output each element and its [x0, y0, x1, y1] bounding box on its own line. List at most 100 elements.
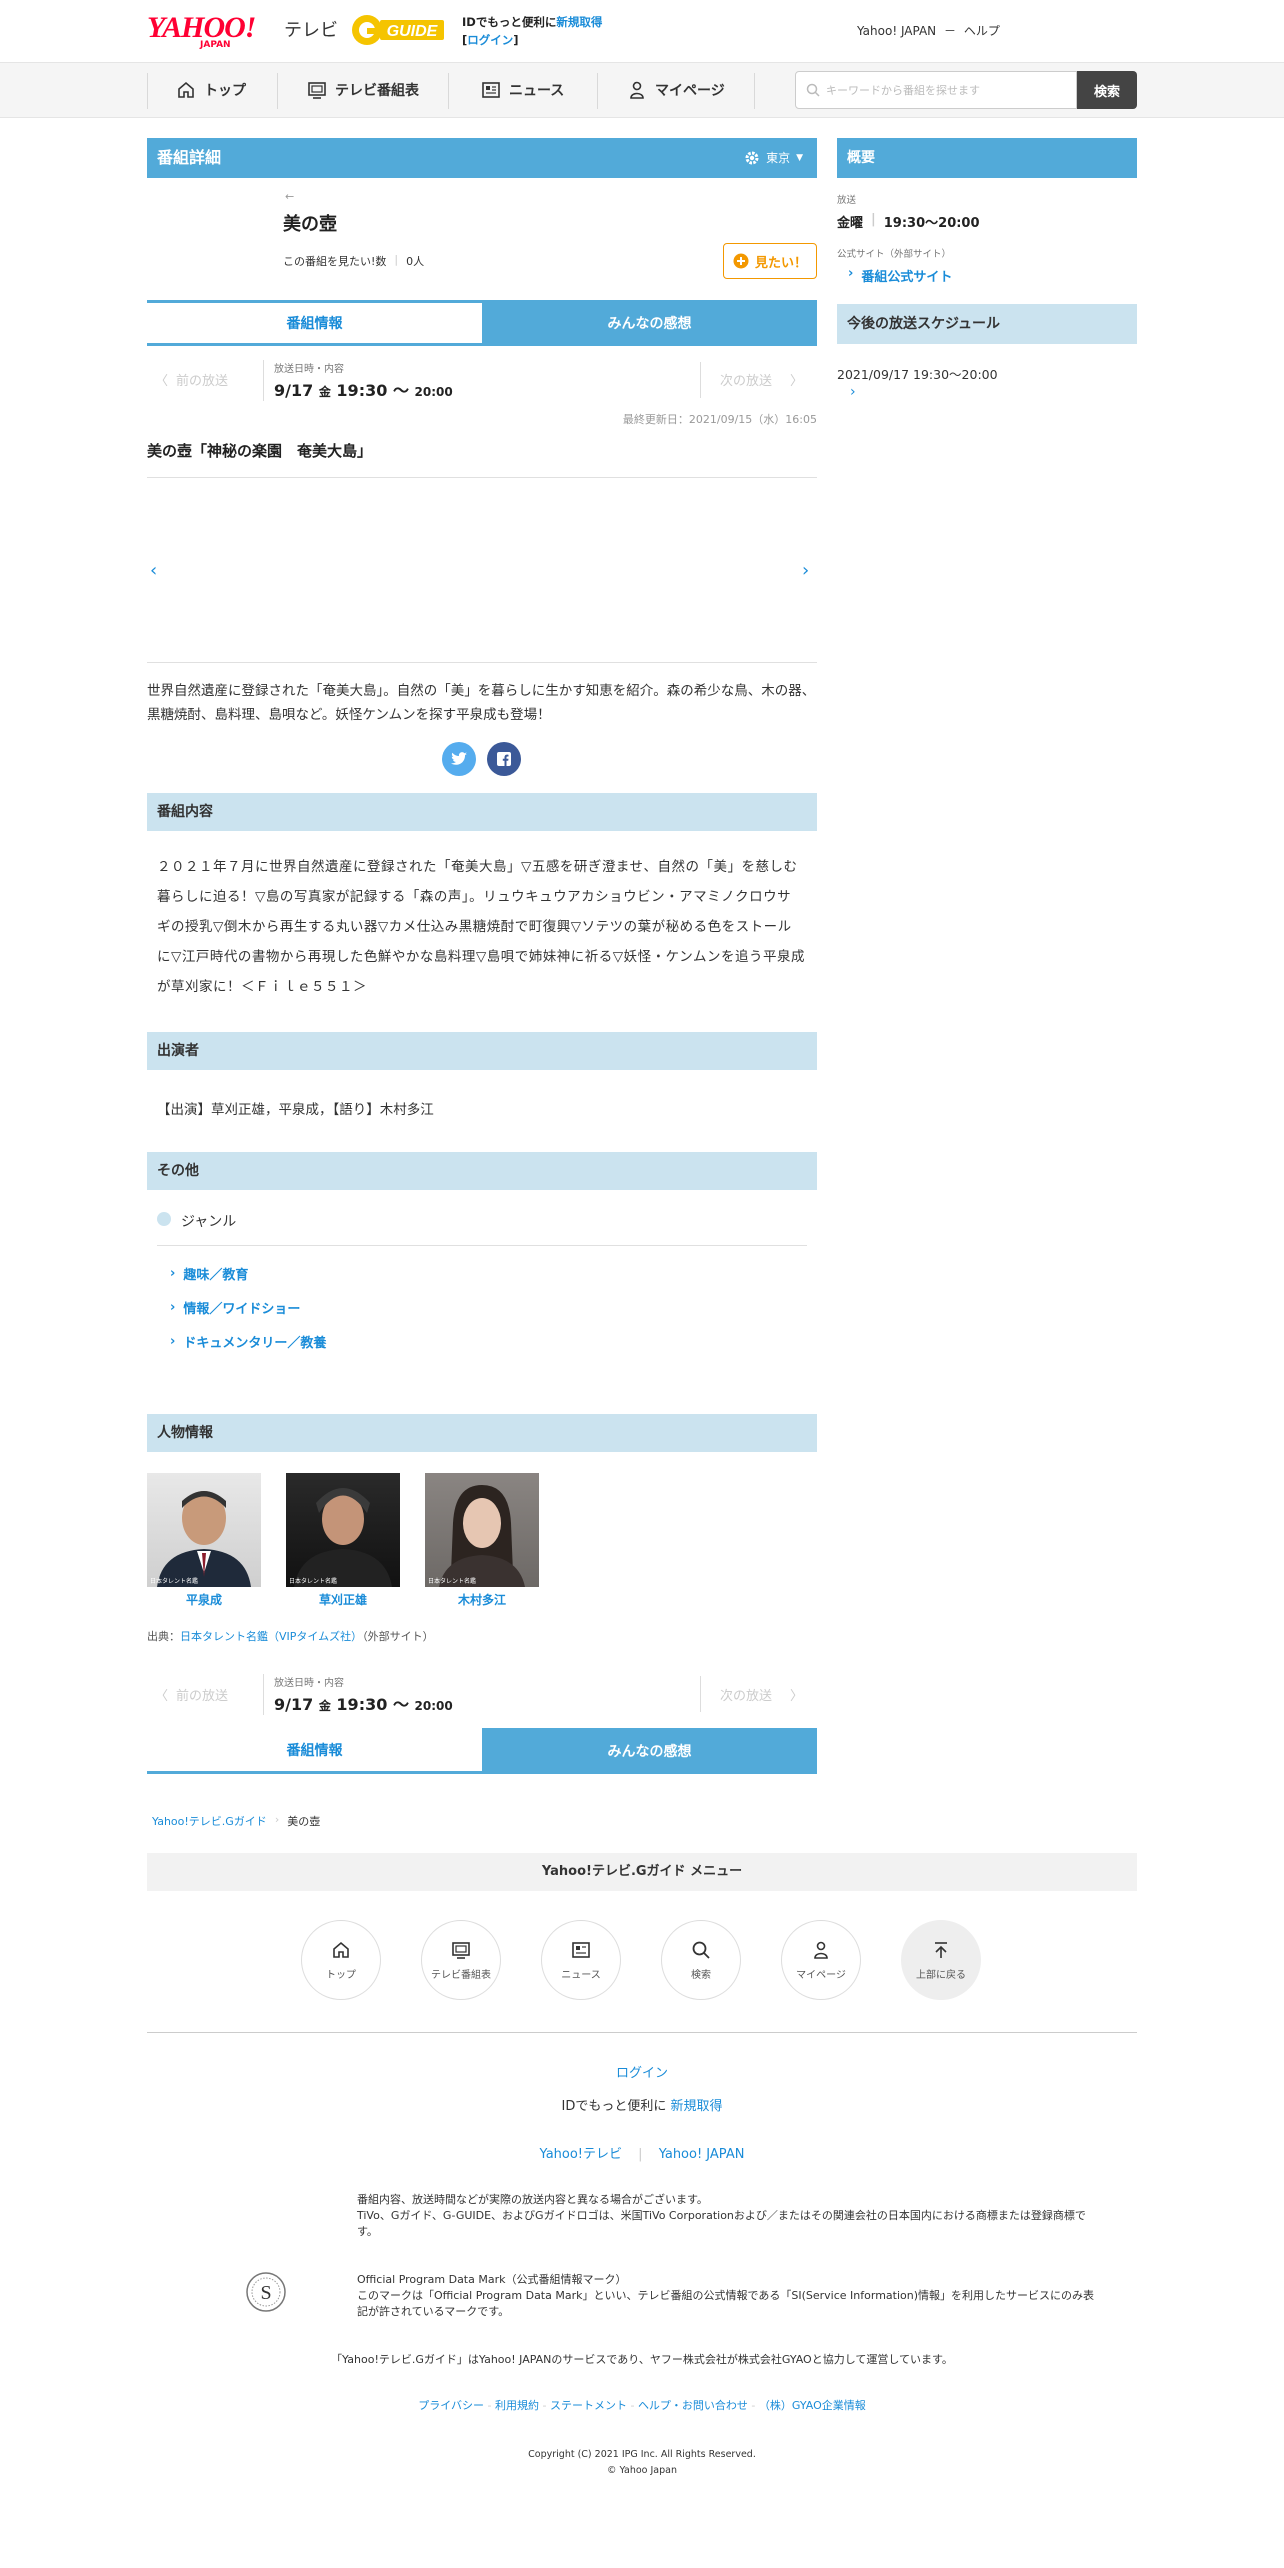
nav-label: テレビ番組表: [335, 83, 419, 99]
twitter-icon: [451, 752, 467, 765]
privacy-link[interactable]: プライバシー: [418, 2399, 484, 2412]
footer-disclaimer: 番組内容、放送時間などが実際の放送内容と異なる場合がございます。 TiVo、Gガ…: [357, 2192, 1097, 2240]
tab-program-info[interactable]: 番組情報: [147, 1728, 482, 1774]
program-title: 美の壺: [283, 214, 337, 235]
tv-icon: [452, 1941, 470, 1959]
gyao-corporate-link[interactable]: （株）GYAO企業情報: [759, 2399, 866, 2412]
want-count-label: この番組を見たい!数: [283, 255, 387, 268]
search-icon: [692, 1941, 710, 1959]
divider: [147, 662, 817, 663]
help-link[interactable]: ヘルプ: [964, 24, 1000, 38]
nav-divider: [277, 73, 278, 109]
twitter-share-button[interactable]: [442, 742, 476, 776]
footer-menu-mypage[interactable]: マイページ: [781, 1920, 861, 2000]
footer-menu-news[interactable]: ニュース: [541, 1920, 621, 2000]
next-broadcast-link[interactable]: 次の放送 〉: [720, 370, 803, 389]
nav-item-mypage[interactable]: マイページ: [627, 63, 725, 117]
photo-credit: 日本タレント名鑑: [289, 1578, 338, 1585]
footer-login-link[interactable]: ログイン: [616, 2066, 668, 2081]
footer-menu-back-to-top[interactable]: 上部に戻る: [901, 1920, 981, 2000]
person-name[interactable]: 平泉成: [147, 1591, 261, 1608]
air-start: 19:30: [336, 1695, 388, 1714]
official-program-data-mark-icon: S: [246, 2272, 286, 2312]
facebook-share-button[interactable]: [487, 742, 521, 776]
region-selector[interactable]: 東京 ▼: [744, 138, 803, 178]
want-to-watch-button[interactable]: 見たい！: [723, 243, 817, 279]
chevron-right-icon: ›: [848, 266, 854, 281]
broadcast-time-value: 19:30～20:00: [883, 216, 980, 231]
breadcrumb-current: 美の壺: [287, 1815, 321, 1828]
home-icon: [333, 1941, 349, 1958]
back-arrow[interactable]: ←: [285, 190, 294, 203]
search-icon: [806, 83, 820, 97]
person-card[interactable]: 日本タレント名鑑 平泉成: [147, 1473, 261, 1608]
prev-broadcast-link[interactable]: 〈前の放送: [155, 1685, 228, 1704]
gear-icon: [745, 151, 759, 165]
footer-menu-search[interactable]: 検索: [661, 1920, 741, 2000]
nav-divider: [597, 73, 598, 109]
person-name[interactable]: 草刈正雄: [286, 1591, 400, 1608]
source-link[interactable]: 日本タレント名鑑（VIPタイムズ社）: [180, 1630, 362, 1643]
tab-reviews[interactable]: みんなの感想: [482, 1728, 817, 1774]
chevron-left-icon: 〈: [155, 374, 169, 389]
air-date: 9/17: [274, 381, 314, 400]
news-icon: [572, 1941, 590, 1958]
carousel-next-icon[interactable]: ›: [802, 560, 809, 581]
footer-register-link[interactable]: 新規取得: [670, 2099, 722, 2114]
search-input[interactable]: キーワードから番組を探せます: [795, 71, 1077, 109]
official-site-link[interactable]: › 番組公式サイト: [848, 266, 952, 285]
tab-reviews[interactable]: みんなの感想: [482, 300, 817, 346]
footer-yahoo-tv-link[interactable]: Yahoo!テレビ: [540, 2147, 622, 2162]
schedule-more-icon[interactable]: ›: [850, 384, 856, 400]
prev-broadcast-link[interactable]: 〈前の放送: [155, 370, 228, 389]
gguide-logo[interactable]: GUIDE: [350, 12, 446, 48]
footer-menu-tv-guide[interactable]: テレビ番組表: [421, 1920, 501, 2000]
cast-text: 【出演】草刈正雄，平泉成，【語り】木村多江: [157, 1102, 434, 1118]
yahoo-japan-link[interactable]: Yahoo! JAPAN: [857, 24, 936, 38]
chevron-left-icon: 〈: [155, 1689, 169, 1704]
search-button[interactable]: 検索: [1077, 71, 1137, 109]
login-link[interactable]: ログイン: [467, 33, 513, 47]
genre-link[interactable]: › ドキュメンタリー／教養: [170, 1332, 326, 1351]
help-contact-link[interactable]: ヘルプ・お問い合わせ: [638, 2399, 748, 2412]
register-link[interactable]: 新規取得: [556, 15, 602, 29]
footer-register-prefix: IDでもっと便利に: [561, 2099, 667, 2114]
divider: [157, 1245, 807, 1246]
genre-link[interactable]: › 情報／ワイドショー: [170, 1298, 300, 1317]
person-photo[interactable]: 日本タレント名鑑: [147, 1473, 261, 1587]
footer-menu-label: 上部に戻る: [916, 1969, 966, 1981]
breadcrumb-home[interactable]: Yahoo!テレビ.Gガイド: [152, 1813, 267, 1829]
opdm-text: このマークは「Official Program Data Mark」といい、テレ…: [357, 2289, 1095, 2318]
person-photo[interactable]: 日本タレント名鑑: [286, 1473, 400, 1587]
person-card[interactable]: 日本タレント名鑑 木村多江: [425, 1473, 539, 1608]
chevron-right-icon: 〉: [790, 1689, 804, 1704]
next-broadcast-link[interactable]: 次の放送 〉: [720, 1685, 803, 1704]
broadcast-time: 金曜 | 19:30～20:00: [837, 212, 980, 231]
genre-link-label: 情報／ワイドショー: [183, 1302, 301, 1317]
person-photo[interactable]: 日本タレント名鑑: [425, 1473, 539, 1587]
tv-logo-text[interactable]: テレビ: [284, 16, 338, 42]
news-icon: [482, 82, 500, 98]
other-section-header: その他: [147, 1152, 817, 1190]
carousel-prev-icon[interactable]: ‹: [150, 560, 157, 581]
statement-link[interactable]: ステートメント: [550, 2399, 627, 2412]
footer-menu-top[interactable]: トップ: [301, 1920, 381, 2000]
yahoo-logo[interactable]: YAHOO!: [147, 13, 256, 43]
nav-divider: [448, 73, 449, 109]
official-site-link-label: 番組公式サイト: [861, 270, 953, 285]
schedule-item[interactable]: 2021/09/17 19:30～20:00: [837, 364, 998, 383]
tab-program-info[interactable]: 番組情報: [147, 300, 482, 346]
nav-item-top[interactable]: トップ: [176, 63, 246, 117]
chevron-right-icon: ›: [170, 1266, 176, 1281]
person-name[interactable]: 木村多江: [425, 1591, 539, 1608]
nav-item-tv-guide[interactable]: テレビ番組表: [307, 63, 419, 117]
program-detail-header: 番組詳細 東京 ▼: [147, 138, 817, 178]
chevron-right-icon: 〉: [790, 374, 804, 389]
nav-item-news[interactable]: ニュース: [481, 63, 564, 117]
person-card[interactable]: 日本タレント名鑑 草刈正雄: [286, 1473, 400, 1608]
footer-menu-label: 検索: [691, 1969, 711, 1981]
footer-yahoo-japan-link[interactable]: Yahoo! JAPAN: [659, 2147, 745, 2162]
last-updated: 最終更新日：2021/09/15（水）16:05: [622, 413, 817, 426]
genre-link[interactable]: › 趣味／教育: [170, 1264, 248, 1283]
terms-link[interactable]: 利用規約: [495, 2399, 539, 2412]
